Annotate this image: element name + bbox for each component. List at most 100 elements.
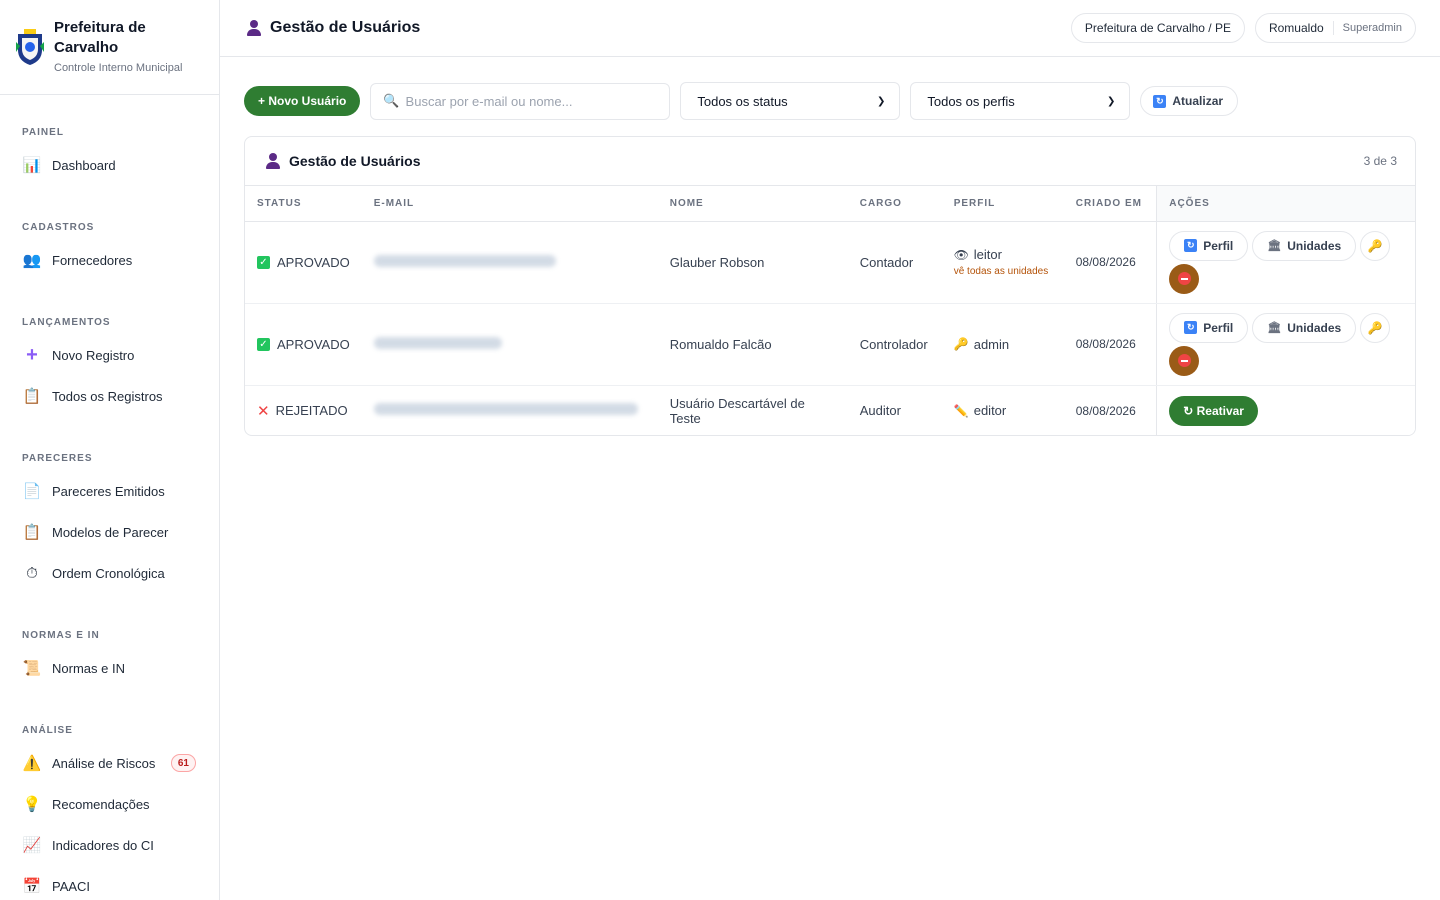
warning-icon: ⚠️ bbox=[22, 754, 42, 772]
nav-item-label: Fornecedores bbox=[52, 252, 133, 268]
refresh-button[interactable]: ↻ Atualizar bbox=[1140, 86, 1239, 116]
topbar: Gestão de Usuários Prefeitura de Carvalh… bbox=[220, 0, 1440, 57]
chevron-down-icon: ❯ bbox=[876, 95, 886, 107]
profile-filter-select[interactable]: Todos os perfis ❯ bbox=[910, 82, 1131, 120]
units-button[interactable]: 🏛 Unidades bbox=[1252, 312, 1357, 343]
profile-button[interactable]: ↻ Perfil bbox=[1169, 312, 1249, 343]
nav-item-label: Novo Registro bbox=[52, 347, 135, 363]
users-table: STATUS E-MAIL NOME CARGO PERFIL CRIADO E… bbox=[245, 186, 1415, 435]
name-cell: Glauber Robson bbox=[657, 221, 848, 304]
nav-item-label: Recomendações bbox=[52, 796, 150, 812]
status-filter-select[interactable]: Todos os status ❯ bbox=[680, 82, 901, 120]
calendar-icon: 📅 bbox=[22, 877, 42, 895]
scroll-icon: 📜 bbox=[22, 659, 42, 677]
nav-section-cadastros: CADASTROS bbox=[22, 222, 95, 233]
col-acoes: AÇÕES bbox=[1156, 186, 1415, 222]
table-header-row: STATUS E-MAIL NOME CARGO PERFIL CRIADO E… bbox=[245, 186, 1415, 222]
col-status[interactable]: STATUS bbox=[245, 186, 362, 222]
user-pill[interactable]: Romualdo Superadmin bbox=[1254, 13, 1416, 43]
table-row: ✕ REJEITADO Usuário Descartável de Teste… bbox=[245, 385, 1415, 435]
nav-item-todos-registros[interactable]: 📋 Todos os Registros bbox=[22, 381, 202, 411]
col-nome[interactable]: NOME bbox=[657, 186, 848, 222]
document-icon: 📄 bbox=[22, 482, 42, 500]
perfil-text: editor bbox=[973, 403, 1007, 419]
bank-icon: 🏛 bbox=[1267, 322, 1282, 334]
card-title-text: Gestão de Usuários bbox=[289, 153, 421, 169]
nav-item-label: Normas e IN bbox=[52, 660, 125, 676]
created-cell: 08/08/2026 bbox=[1063, 221, 1157, 304]
cargo-cell: Controlador bbox=[847, 303, 942, 386]
perfil-cell: 🔑 admin bbox=[954, 337, 1052, 352]
nav-item-ordem-cronologica[interactable]: ⏱ Ordem Cronológica bbox=[22, 558, 202, 588]
nav-item-label: PAACI bbox=[52, 878, 91, 894]
nav-item-dashboard[interactable]: 📊 Dashboard bbox=[22, 150, 202, 180]
brand-title: Prefeitura de Carvalho bbox=[54, 19, 146, 56]
col-email[interactable]: E-MAIL bbox=[361, 186, 658, 222]
users-card: Gestão de Usuários 3 de 3 STATUS E-MAIL … bbox=[244, 136, 1416, 436]
table-row: ✓ APROVADO Glauber Robson Contador 👁 lei… bbox=[245, 221, 1415, 304]
check-icon: ✓ bbox=[257, 255, 270, 269]
block-user-button[interactable] bbox=[1169, 345, 1200, 376]
card-title: Gestão de Usuários bbox=[265, 153, 421, 169]
units-button[interactable]: 🏛 Unidades bbox=[1252, 230, 1357, 261]
nav-item-label: Pareceres Emitidos bbox=[52, 483, 165, 499]
units-label: Unidades bbox=[1287, 320, 1342, 335]
reactivate-button[interactable]: ↻ Reativar bbox=[1169, 395, 1258, 426]
profile-button[interactable]: ↻ Perfil bbox=[1169, 230, 1249, 261]
new-user-button[interactable]: + Novo Usuário bbox=[244, 86, 361, 116]
page-title: Gestão de Usuários bbox=[246, 19, 420, 37]
nav-item-novo-registro[interactable]: + Novo Registro bbox=[22, 340, 202, 370]
nav-item-fornecedores[interactable]: 👥 Fornecedores bbox=[22, 245, 202, 275]
perfil-cell: ✏️ editor bbox=[954, 403, 1052, 418]
search-placeholder: Buscar por e-mail ou nome... bbox=[405, 93, 573, 109]
key-icon: 🔑 bbox=[953, 337, 969, 351]
nav-item-label: Ordem Cronológica bbox=[52, 565, 165, 581]
bar-chart-icon: 📊 bbox=[22, 156, 42, 174]
nav-section-normas: NORMAS E IN bbox=[22, 630, 100, 641]
record-count: 3 de 3 bbox=[1363, 154, 1397, 168]
nav-item-recomendacoes[interactable]: 💡 Recomendações bbox=[22, 789, 202, 819]
col-criado[interactable]: CRIADO EM bbox=[1063, 186, 1157, 222]
key-button[interactable]: 🔑 bbox=[1360, 312, 1391, 343]
perfil-cell: 👁 leitor bbox=[954, 247, 1052, 262]
toolbar: + Novo Usuário 🔍 Buscar por e-mail ou no… bbox=[244, 82, 1239, 120]
org-pill[interactable]: Prefeitura de Carvalho / PE bbox=[1070, 13, 1245, 43]
clipboard-icon: 📋 bbox=[22, 387, 42, 405]
nav-item-label: Indicadores do CI bbox=[52, 837, 154, 853]
status-cell: ✓ APROVADO bbox=[257, 255, 350, 270]
cargo-cell: Contador bbox=[847, 221, 942, 304]
cargo-cell: Auditor bbox=[859, 403, 901, 419]
user-name: Romualdo bbox=[1269, 21, 1334, 35]
profile-label: Perfil bbox=[1203, 320, 1234, 335]
user-role: Superadmin bbox=[1342, 22, 1402, 34]
check-icon: ✓ bbox=[257, 337, 270, 351]
actions-cell: ↻ Reativar bbox=[1156, 385, 1415, 435]
clipboard-icon: 📋 bbox=[22, 523, 42, 541]
block-user-button[interactable] bbox=[1169, 263, 1200, 294]
nav-item-analise-riscos[interactable]: ⚠️ Análise de Riscos 61 bbox=[22, 748, 202, 778]
refresh-label: Atualizar bbox=[1172, 94, 1224, 108]
profile-label: Perfil bbox=[1203, 238, 1234, 253]
nav-item-label: Modelos de Parecer bbox=[52, 524, 169, 540]
bank-icon: 🏛 bbox=[1267, 240, 1282, 252]
nav-section-lancamentos: LANÇAMENTOS bbox=[22, 317, 111, 328]
nav-item-modelos-parecer[interactable]: 📋 Modelos de Parecer bbox=[22, 517, 202, 547]
nav-section-pareceres: PARECERES bbox=[22, 453, 93, 464]
col-cargo[interactable]: CARGO bbox=[847, 186, 942, 222]
brand: Prefeitura de Carvalho Controle Interno … bbox=[0, 0, 219, 95]
nav-item-normas-in[interactable]: 📜 Normas e IN bbox=[22, 653, 202, 683]
lightbulb-icon: 💡 bbox=[22, 795, 42, 813]
search-input[interactable]: 🔍 Buscar por e-mail ou nome... bbox=[370, 82, 671, 120]
nav-item-paaci[interactable]: 📅 PAACI bbox=[22, 871, 202, 900]
nav-item-pareceres-emitidos[interactable]: 📄 Pareceres Emitidos bbox=[22, 476, 202, 506]
nav-item-label: Dashboard bbox=[52, 157, 116, 173]
col-perfil[interactable]: PERFIL bbox=[941, 186, 1064, 222]
perfil-note: vê todas as unidades bbox=[953, 266, 1049, 277]
line-chart-icon: 📈 bbox=[22, 836, 42, 854]
risk-count-badge: 61 bbox=[170, 754, 196, 772]
actions-cell: ↻ Perfil 🏛 Unidades 🔑 bbox=[1156, 303, 1415, 386]
nav-item-indicadores[interactable]: 📈 Indicadores do CI bbox=[22, 830, 202, 860]
key-button[interactable]: 🔑 bbox=[1360, 230, 1391, 261]
nav-section-analise: ANÁLISE bbox=[22, 725, 73, 736]
nav-section-painel: PAINEL bbox=[22, 127, 64, 138]
